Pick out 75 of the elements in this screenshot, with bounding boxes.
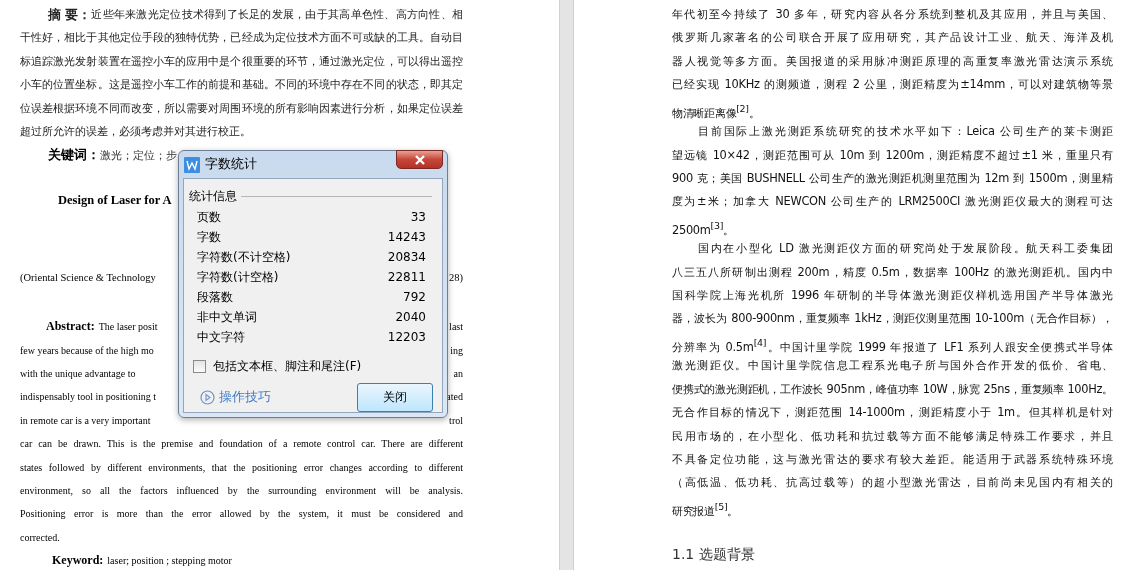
abstract-line: an: [453, 367, 463, 382]
keyword-text: laser; position ; stepping motor: [107, 555, 232, 567]
paragraph-line: （高低温、低功耗、抗高过载等）的超小型激光雷达，目前尚未见国内有相关的: [672, 474, 1113, 492]
abstract-line: ing: [450, 343, 463, 358]
paragraph-line: 俄罗斯几家著名的公司联合开展了应用研究，其产品设计工业、航天、海洋及机: [672, 29, 1113, 47]
abstract-line: trol: [449, 413, 463, 428]
section-heading: 1.1 选题背景: [672, 546, 756, 565]
english-title: Design of Laser for A: [58, 193, 172, 208]
close-icon[interactable]: [396, 150, 443, 169]
paragraph-line: 便携式的激光测距机，工作波长 905nm，峰值功率 10W，脉宽 25ns，重复频率 100Hz。: [672, 380, 1113, 398]
stat-label: 字符数(不计空格): [197, 249, 291, 266]
abstract-line: corrected.: [20, 530, 61, 545]
paragraph-line: 望远镜 10×42，测距范围可从 10m 到 1200m，测距精度不超过±1 米，重里只有: [672, 146, 1113, 164]
abstract-line: The laser posit: [98, 320, 158, 335]
abstract-line: 近些年来激光定位技术得到了长足的发展，由于其高单色性、高方向性、相: [91, 7, 463, 23]
abstract-line: 位误差根据环境不同而改变，所以需要对周围环境的所有影响因素进行分析，如果定位误差: [20, 100, 463, 117]
paragraph-line: 八三五八所研制出测程 200m，精度 0.5m，数据率 100Hz 的激光测距机。国内中: [672, 263, 1113, 281]
paragraph-line: 国内在小型化 LD 激光测距仪方面的研究尚处于发展阶段。航天科工委集团: [697, 240, 1113, 258]
abstract-line: with the unique advantage to: [20, 367, 136, 382]
paragraph-line: 器人视觉等多方面。美国报道的采用脉冲测距原理的高重复率激光雷达演示系统: [672, 52, 1113, 70]
dialog-title: 字数统计: [205, 156, 257, 173]
checkbox-label: 包括文本框、脚注和尾注(F): [213, 357, 362, 375]
stat-value: 12203: [387, 329, 426, 346]
tips-link[interactable]: 操作技巧: [219, 389, 271, 406]
affiliation-text: 28): [449, 271, 463, 286]
paragraph-line: 度为±米；加拿大 NEWCON 公司生产的 LRM2500CI 激光测距仪最大的测程可达: [672, 193, 1113, 211]
paragraph-line: 年代初至今持续了 30 多年，研究内容从各分系统到整机及其应用，并且与美国、: [672, 6, 1113, 23]
abstract-line: Positioning error is more than the error allowed by the system, it must be considered and: [20, 507, 463, 522]
stat-value: 22811: [387, 269, 426, 286]
stat-label: 段落数: [197, 289, 233, 306]
paragraph-line: 无合作目标的情况下，测距范围 14-1000m，测距精度小于 1m。但其样机是针对: [672, 404, 1113, 422]
keywords-label: 关键词：: [48, 147, 100, 163]
stat-value: 2040: [395, 309, 426, 326]
abstract-line: 超过所允许的误差，必须考虑并对其进行校正。: [20, 123, 252, 140]
stat-value: 792: [403, 289, 426, 306]
paragraph-line: 激光测距仪。中国计里学院信息工程系光电子所与国外合作开发的低价、省电、: [672, 357, 1113, 375]
checkbox[interactable]: [193, 359, 206, 373]
paragraph-line: 已经实现 10KHz 的测频道，测程 2 公里，测距精度为±14mm，可以对建筑物等景: [672, 76, 1113, 94]
abstract-line: 标追踪激光发射装置在遥控小车的应用中是个很重要的环节，通过激光定位，可以得出遥控: [20, 53, 463, 70]
abstract-line: in remote car is a very important: [20, 413, 151, 428]
abstract-line: 干性好，相比于其他定位手段的独特优势，已经成为定位技术方面不可或缺的工具。自动目: [20, 30, 463, 47]
stat-label: 字符数(计空格): [197, 269, 279, 286]
stat-value: 14243: [387, 229, 426, 246]
play-icon: [200, 390, 215, 405]
group-title: 统计信息: [189, 187, 237, 205]
abstract-line: 小车的位置坐标。这是遥控小车工作的前提和基础。不同的环境中存在不同的状态，即其定: [20, 77, 463, 94]
abstract-line: environment, so all the factors influenced by the surrounding environment will be analysis.: [20, 484, 463, 499]
abstract-label: 摘 要：: [48, 6, 92, 24]
paragraph-line: 不具备定位功能，这与激光雷达的要求有较大差距。能适用于武器系统特殊环境: [672, 451, 1113, 468]
paragraph-line: 研究报道$^{[5]}$。: [672, 499, 740, 519]
paragraph-line: 分辨率为 0.5m$^{[4]}$。中国计里学院 1999 年报道了 LF1 系列人跟安全便携式半导体: [672, 335, 1113, 355]
paragraph-line: 物清晰距离像$^{[2]}$。: [672, 101, 761, 121]
close-button[interactable]: 关闭: [357, 383, 433, 412]
affiliation-text: (Oriental Science & Technology: [20, 271, 156, 286]
keywords-text: 激光；定位；步: [100, 149, 177, 163]
abstract-line: few years because of the high mo: [20, 343, 154, 358]
paragraph-line: 民用市场的，在小型化、低功耗和抗过载等方面不能够满足特殊工作要求，并且: [672, 427, 1113, 445]
stat-value: 20834: [387, 249, 426, 266]
abstract-line: indispensably tool in positioning t: [20, 390, 157, 405]
paragraph-line: 目前国际上激光测距系统研究的技术水平如下：Leica 公司生产的莱卡测距: [697, 123, 1113, 141]
abstract-line: last: [449, 320, 463, 335]
paragraph-line: 900 克；美国 BUSHNELL 公司生产的激光测距机测里范围为 12m 到 1500m，测里精: [672, 169, 1113, 187]
paragraph-line: 2500m$^{[3]}$。: [672, 218, 735, 238]
stat-label: 非中文单词: [197, 309, 257, 326]
stat-label: 字数: [197, 229, 221, 246]
paragraph-line: 器，波长为 800-900nm，重复频率 1kHz，测距仪测里范围 10-100m（无合作目标），: [672, 310, 1113, 328]
abstract-line: car can be drawn. This is the premise and foundation of a remote control car. There are different: [20, 437, 463, 452]
app-icon: [184, 156, 200, 173]
abstract-label: Abstract:: [46, 318, 95, 336]
stat-label: 中文字符: [197, 329, 245, 346]
stat-label: 页数: [197, 209, 221, 226]
paragraph-line: 国科学院上海光机所 1996 年研制的半导体激光测距仪样机选用国产半导体激光: [672, 287, 1113, 305]
keyword-label: Keyword:: [52, 553, 104, 568]
stat-value: 33: [410, 209, 426, 226]
abstract-line: states followed by different environments, that the positioning error changes according to different: [20, 460, 463, 475]
